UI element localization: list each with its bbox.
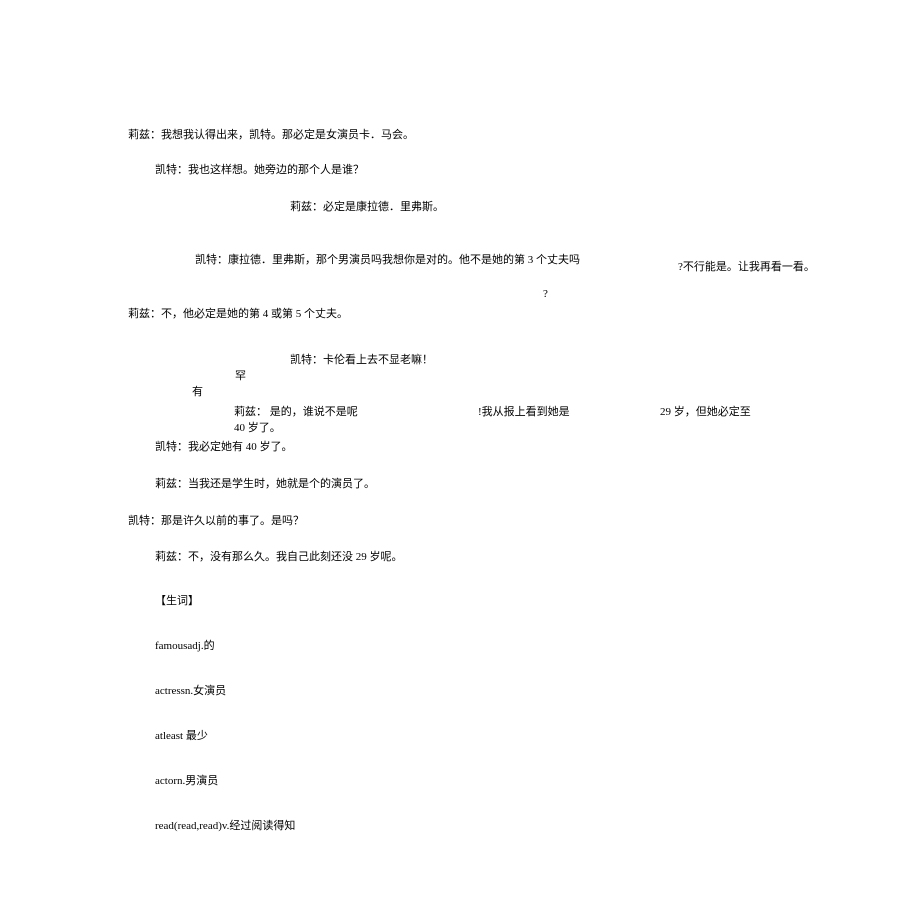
dialogue-line: 凯特：康拉德．里弗斯，那个男演员吗我想你是对的。他不是她的第 3 个丈夫吗 <box>195 253 580 268</box>
vocabulary-item: famousadj.的 <box>155 639 215 654</box>
text-fragment: ? <box>543 287 548 302</box>
dialogue-line: 凯特：我也这样想。她旁边的那个人是谁？ <box>155 163 364 178</box>
dialogue-line: 莉兹：必定是康拉德．里弗斯。 <box>290 200 444 215</box>
dialogue-line: 莉兹：当我还是学生时，她就是个的演员了。 <box>155 477 375 492</box>
dialogue-line: 莉兹：不，没有那么久。我自己此刻还没 29 岁呢。 <box>155 550 403 565</box>
dialogue-line: 莉兹： 是的，谁说不是呢 <box>234 405 358 420</box>
text-fragment: 罕 <box>235 369 246 384</box>
dialogue-line: 莉兹：不，他必定是她的第 4 或第 5 个丈夫。 <box>128 307 348 322</box>
dialogue-line: ?不行能是。让我再看一看。 <box>678 260 815 275</box>
dialogue-fragment: !我从报上看到她是 <box>478 405 570 420</box>
vocabulary-item: actressn.女演员 <box>155 684 226 699</box>
vocabulary-item: atleast 最少 <box>155 729 208 744</box>
dialogue-fragment: 40 岁了。 <box>234 421 281 436</box>
dialogue-line: 凯特：我必定她有 40 岁了。 <box>155 440 293 455</box>
vocabulary-item: actorn.男演员 <box>155 774 218 789</box>
dialogue-line: 凯特：卡伦看上去不显老嘛！ <box>290 353 433 368</box>
document-page: 莉兹：我想我认得出来，凯特。那必定是女演员卡．马会。 凯特：我也这样想。她旁边的… <box>0 0 920 921</box>
dialogue-line: 莉兹：我想我认得出来，凯特。那必定是女演员卡．马会。 <box>128 128 414 143</box>
text-fragment: 有 <box>192 385 203 400</box>
vocabulary-item: read(read,read)v.经过阅读得知 <box>155 819 295 834</box>
dialogue-line: 凯特：那是许久以前的事了。是吗？ <box>128 514 304 529</box>
dialogue-fragment: 29 岁，但她必定至 <box>660 405 751 420</box>
section-heading: 【生词】 <box>155 594 199 609</box>
